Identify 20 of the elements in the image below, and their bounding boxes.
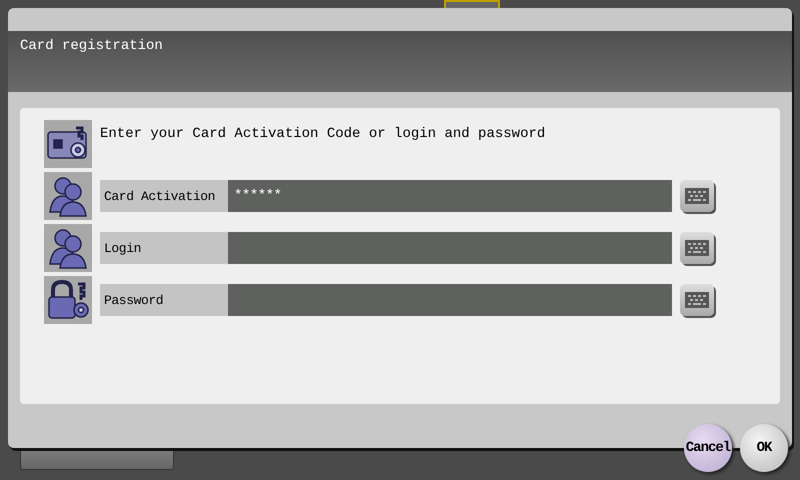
field-label: Login	[100, 232, 228, 264]
keyboard-button[interactable]	[680, 180, 714, 212]
users-icon	[44, 172, 92, 220]
keyboard-icon	[685, 240, 709, 256]
users-icon	[44, 224, 92, 272]
instruction-text: Enter your Card Activation Code or login and password	[100, 126, 546, 142]
input-field[interactable]	[228, 232, 672, 264]
ok-button[interactable]: OK	[740, 424, 788, 472]
lock-key-icon	[44, 276, 92, 324]
keyboard-button[interactable]	[680, 284, 714, 316]
input-field[interactable]: ******	[228, 180, 672, 212]
keyboard-icon	[685, 292, 709, 308]
field-label: Card Activation	[100, 180, 228, 212]
cancel-button[interactable]: Cancel	[684, 424, 732, 472]
field-label: Password	[100, 284, 228, 316]
keyboard-icon	[685, 188, 709, 204]
dialog-title: Card registration	[20, 38, 163, 54]
card-key-icon	[44, 120, 92, 168]
keyboard-button[interactable]	[680, 232, 714, 264]
input-field[interactable]	[228, 284, 672, 316]
